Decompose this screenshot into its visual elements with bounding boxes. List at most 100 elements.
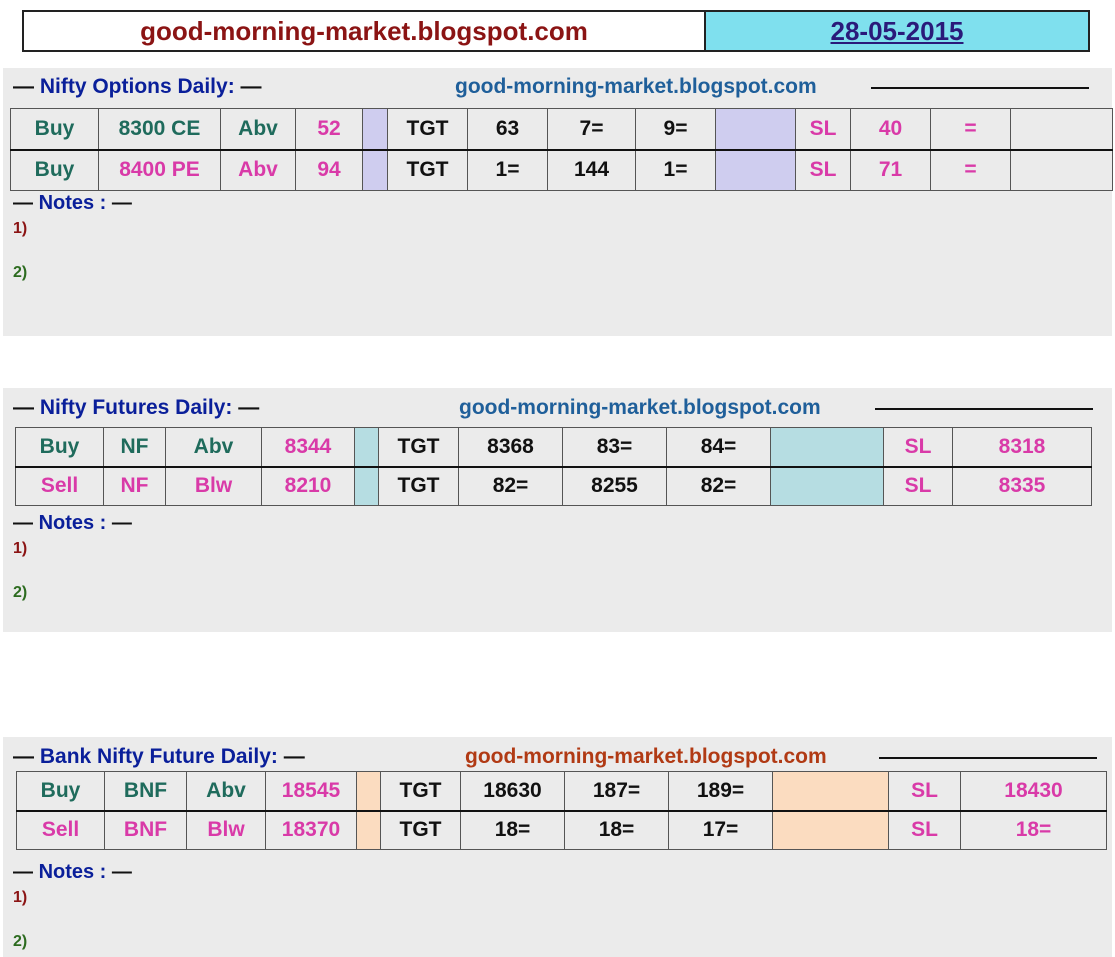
condition-cell: Abv xyxy=(220,108,296,150)
futures-title: — Nifty Futures Daily: — xyxy=(13,396,260,419)
target-3: 84= xyxy=(666,427,771,467)
futures-notes-label: — Notes : — xyxy=(13,512,132,534)
options-notes-label: — Notes : — xyxy=(13,192,132,214)
symbol-cell: BNF xyxy=(104,771,187,811)
extra-cell: = xyxy=(930,108,1011,150)
options-note-2: 2) xyxy=(13,264,28,281)
spacer-cell xyxy=(354,465,379,506)
futures-table: Buy NF Abv 8344 TGT 8368 83= 84= SL 8318… xyxy=(15,427,1092,506)
futures-site[interactable]: good-morning-market.blogspot.com xyxy=(459,396,821,420)
condition-cell: Abv xyxy=(220,148,296,191)
target-3: 189= xyxy=(668,771,773,811)
futures-row-2: Sell NF Blw 8210 TGT 82= 8255 82= SL 833… xyxy=(15,465,1092,506)
strike-cell: 8300 CE xyxy=(98,108,221,150)
entry-cell: 8210 xyxy=(261,465,355,506)
sl-value: 40 xyxy=(850,108,931,150)
action-cell: Buy xyxy=(16,771,105,811)
tgt-label: TGT xyxy=(380,771,461,811)
action-cell: Buy xyxy=(10,148,99,191)
header-site[interactable]: good-morning-market.blogspot.com xyxy=(24,12,704,50)
header-date[interactable]: 28-05-2015 xyxy=(704,12,1088,50)
banknifty-table: Buy BNF Abv 18545 TGT 18630 187= 189= SL… xyxy=(16,771,1107,850)
spacer-cell xyxy=(772,771,889,811)
sl-label: SL xyxy=(883,465,953,506)
target-2: 7= xyxy=(547,108,636,150)
banknifty-section: — Bank Nifty Future Daily: — good-mornin… xyxy=(3,737,1112,957)
banknifty-site[interactable]: good-morning-market.blogspot.com xyxy=(465,745,827,769)
options-note-1: 1) xyxy=(13,220,28,237)
banknifty-note-2: 2) xyxy=(13,933,28,950)
sl-label: SL xyxy=(888,809,961,850)
entry-cell: 8344 xyxy=(261,427,355,467)
blank-cell xyxy=(1010,148,1113,191)
options-title: — Nifty Options Daily: — xyxy=(13,75,262,98)
spacer-cell xyxy=(362,108,388,150)
spacer-cell xyxy=(770,465,884,506)
sl-label: SL xyxy=(795,148,851,191)
target-1: 1= xyxy=(467,148,548,191)
options-table: Buy 8300 CE Abv 52 TGT 63 7= 9= SL 40 = … xyxy=(10,108,1113,191)
target-2: 144 xyxy=(547,148,636,191)
target-3: 1= xyxy=(635,148,716,191)
action-cell: Buy xyxy=(15,427,104,467)
target-2: 83= xyxy=(562,427,667,467)
target-1: 63 xyxy=(467,108,548,150)
entry-cell: 18545 xyxy=(265,771,357,811)
spacer-cell xyxy=(715,108,796,150)
spacer-cell xyxy=(772,809,889,850)
target-2: 8255 xyxy=(562,465,667,506)
banknifty-rule xyxy=(879,757,1097,759)
options-section: — Nifty Options Daily: — good-morning-ma… xyxy=(3,68,1113,336)
symbol-cell: NF xyxy=(103,465,166,506)
strike-cell: 8400 PE xyxy=(98,148,221,191)
tgt-label: TGT xyxy=(387,148,468,191)
tgt-label: TGT xyxy=(387,108,468,150)
condition-cell: Abv xyxy=(165,427,262,467)
futures-section: — Nifty Futures Daily: — good-morning-ma… xyxy=(3,388,1112,632)
action-cell: Sell xyxy=(15,465,104,506)
entry-cell: 94 xyxy=(295,148,363,191)
spacer-cell xyxy=(356,771,381,811)
condition-cell: Abv xyxy=(186,771,266,811)
sl-value: 8318 xyxy=(952,427,1092,467)
sl-value: 18= xyxy=(960,809,1107,850)
target-3: 9= xyxy=(635,108,716,150)
spacer-cell xyxy=(356,809,381,850)
target-3: 17= xyxy=(668,809,773,850)
sl-label: SL xyxy=(795,108,851,150)
entry-cell: 52 xyxy=(295,108,363,150)
sl-value: 8335 xyxy=(952,465,1092,506)
entry-cell: 18370 xyxy=(265,809,357,850)
blank-cell xyxy=(1010,108,1113,150)
futures-note-1: 1) xyxy=(13,540,28,557)
target-1: 18630 xyxy=(460,771,565,811)
banknifty-note-1: 1) xyxy=(13,889,28,906)
options-site[interactable]: good-morning-market.blogspot.com xyxy=(455,75,817,99)
target-1: 8368 xyxy=(458,427,563,467)
banknifty-row-2: Sell BNF Blw 18370 TGT 18= 18= 17= SL 18… xyxy=(16,809,1107,850)
sl-label: SL xyxy=(888,771,961,811)
target-3: 82= xyxy=(666,465,771,506)
symbol-cell: NF xyxy=(103,427,166,467)
tgt-label: TGT xyxy=(378,427,459,467)
target-2: 187= xyxy=(564,771,669,811)
target-1: 18= xyxy=(460,809,565,850)
futures-rule xyxy=(875,408,1093,410)
target-2: 18= xyxy=(564,809,669,850)
tgt-label: TGT xyxy=(378,465,459,506)
target-1: 82= xyxy=(458,465,563,506)
futures-row-1: Buy NF Abv 8344 TGT 8368 83= 84= SL 8318 xyxy=(15,427,1092,467)
header-bar: good-morning-market.blogspot.com 28-05-2… xyxy=(22,10,1090,52)
condition-cell: Blw xyxy=(186,809,266,850)
spacer-cell xyxy=(354,427,379,467)
sl-value: 18430 xyxy=(960,771,1107,811)
spacer-cell xyxy=(770,427,884,467)
spacer-cell xyxy=(362,148,388,191)
sl-value: 71 xyxy=(850,148,931,191)
options-row-2: Buy 8400 PE Abv 94 TGT 1= 144 1= SL 71 = xyxy=(10,148,1113,191)
condition-cell: Blw xyxy=(165,465,262,506)
action-cell: Sell xyxy=(16,809,105,850)
action-cell: Buy xyxy=(10,108,99,150)
options-rule xyxy=(871,87,1089,89)
banknifty-row-1: Buy BNF Abv 18545 TGT 18630 187= 189= SL… xyxy=(16,771,1107,811)
